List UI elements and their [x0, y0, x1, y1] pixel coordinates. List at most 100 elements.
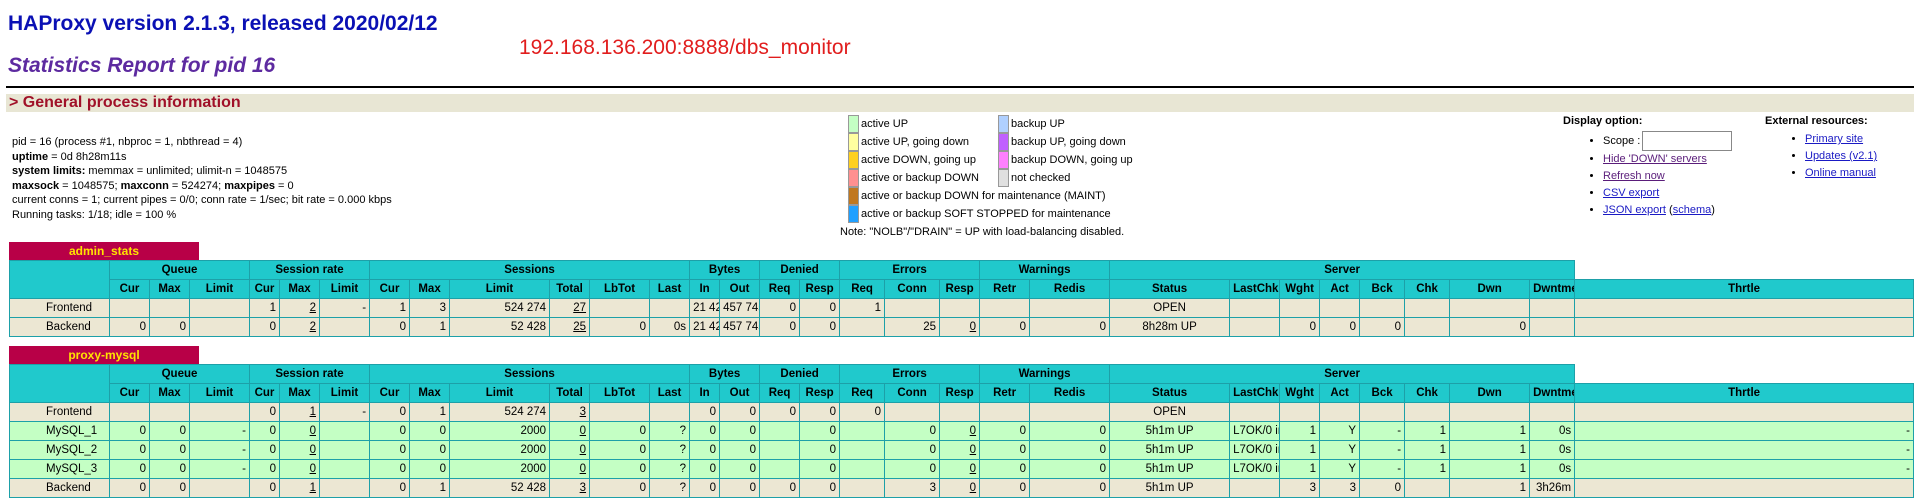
display-options-title: Display option: [1563, 115, 1643, 127]
table-cell [318, 478, 371, 498]
hide-down-link[interactable]: Hide 'DOWN' servers [1603, 153, 1707, 165]
table-cell: L7OK/0 in 1ms [1229, 440, 1281, 460]
table-cell: 0 [149, 478, 190, 498]
column-header: Max [149, 279, 190, 299]
legend-label: backup DOWN, going up [1011, 154, 1133, 166]
updates-link[interactable]: Updates (v2.1) [1805, 150, 1877, 162]
column-header: Cur [369, 279, 411, 299]
online-manual-link[interactable]: Online manual [1805, 167, 1876, 179]
table-cell: Y [1319, 440, 1361, 460]
table-cell: 0 [1359, 317, 1406, 337]
table-cell: ? [649, 440, 691, 460]
table-cell: 0s [1529, 421, 1576, 441]
table-cell [318, 440, 371, 460]
column-header: Dwn [1449, 279, 1531, 299]
table-cell: Y [1319, 459, 1361, 479]
table-cell: 0 [939, 459, 981, 479]
column-header: Cur [369, 383, 411, 403]
table-cell: 0 [719, 459, 761, 479]
table-cell: 0 [719, 421, 761, 441]
table-cell: 1 [1449, 478, 1531, 498]
table-cell [839, 478, 886, 498]
schema-link[interactable]: schema [1673, 204, 1712, 216]
legend-item: active UP, going down [848, 133, 969, 152]
table-cell: L7OK/0 in 1ms [1229, 421, 1281, 441]
table-cell [1359, 298, 1406, 318]
column-header: Act [1319, 279, 1361, 299]
row-name[interactable]: Frontend [9, 298, 110, 318]
table-cell: 0 [839, 402, 886, 422]
table-cell: 0 [799, 298, 841, 318]
table-cell: 0 [759, 317, 801, 337]
proxy-name-proxy-mysql[interactable]: proxy-mysql [9, 346, 199, 364]
page-title: HAProxy version 2.1.3, released 2020/02/… [8, 12, 438, 35]
table-cell [1229, 317, 1281, 337]
legend-label: not checked [1011, 172, 1071, 184]
column-header: LastChk [1229, 383, 1281, 403]
column-header: Conn [884, 383, 941, 403]
legend-item: active UP [848, 115, 909, 134]
table-cell [189, 298, 250, 318]
column-header: Resp [939, 279, 981, 299]
table-cell: 0 [884, 440, 941, 460]
table-cell: 1 [1449, 459, 1531, 479]
table-cell: 0s [649, 317, 691, 337]
legend-note: Note: "NOLB"/"DRAIN" = UP with load-bala… [840, 226, 1125, 238]
table-cell [1404, 317, 1451, 337]
legend-label: active UP [861, 118, 909, 130]
group-header: Warnings [979, 260, 1111, 280]
group-header: Errors [839, 260, 981, 280]
legend-swatch [998, 151, 1009, 170]
legend-label: active or backup DOWN for maintenance (M… [861, 190, 1106, 202]
table-cell: 0 [939, 440, 981, 460]
table-cell [1279, 402, 1321, 422]
legend-item: backup DOWN, going up [998, 151, 1133, 170]
table-cell [1404, 402, 1451, 422]
row-name[interactable]: MySQL_3 [9, 459, 110, 479]
row-name[interactable]: Frontend [9, 402, 110, 422]
column-header: Status [1109, 279, 1231, 299]
row-name[interactable]: MySQL_2 [9, 440, 110, 460]
table-cell: 0 [979, 421, 1031, 441]
row-name[interactable]: Backend [9, 478, 110, 498]
table-cell: 0 [589, 317, 651, 337]
column-header: Req [839, 383, 886, 403]
table-cell: 0 [1029, 440, 1111, 460]
table-cell: L7OK/0 in 1ms [1229, 459, 1281, 479]
table-cell: 3 [549, 478, 591, 498]
refresh-link[interactable]: Refresh now [1603, 170, 1665, 182]
primary-site-link[interactable]: Primary site [1805, 133, 1863, 145]
row-name[interactable]: MySQL_1 [9, 421, 110, 441]
legend-item: active or backup SOFT STOPPED for mainte… [848, 205, 1111, 224]
table-cell: - [189, 421, 250, 441]
table-cell: 0 [1359, 478, 1406, 498]
table-cell [149, 298, 190, 318]
row-name[interactable]: Backend [9, 317, 110, 337]
table-cell [1529, 298, 1576, 318]
table-cell: 1 [1279, 459, 1321, 479]
table-cell: 5h1m UP [1109, 478, 1231, 498]
table-cell [318, 317, 371, 337]
scope-input[interactable] [1642, 131, 1733, 151]
table-cell: 457 745 [719, 317, 761, 337]
table-cell: 0 [369, 317, 411, 337]
display-options: Display option: Scope : Hide 'DOWN' serv… [1563, 115, 1733, 219]
page-subtitle: Statistics Report for pid 16 [8, 54, 276, 77]
table-cell [1574, 298, 1914, 318]
table-cell: 0 [149, 459, 190, 479]
table-cell: 0 [979, 459, 1031, 479]
json-export-link[interactable]: JSON export [1603, 204, 1666, 216]
proxy-name-admin-stats[interactable]: admin_stats [9, 242, 199, 260]
table-cell: 0 [1029, 459, 1111, 479]
table-cell: 0 [409, 421, 451, 441]
legend-swatch [998, 115, 1009, 134]
legend-item: backup UP [998, 115, 1065, 134]
legend-swatch [848, 187, 859, 206]
table-cell: 0 [369, 459, 411, 479]
table-row: Frontend12-13524 2742721 429457 745001OP… [9, 298, 1914, 318]
table-cell: 0 [109, 459, 150, 479]
table-cell: - [1574, 459, 1914, 479]
column-header: Req [759, 279, 801, 299]
table-cell: 0 [109, 440, 150, 460]
csv-export-link[interactable]: CSV export [1603, 187, 1659, 199]
